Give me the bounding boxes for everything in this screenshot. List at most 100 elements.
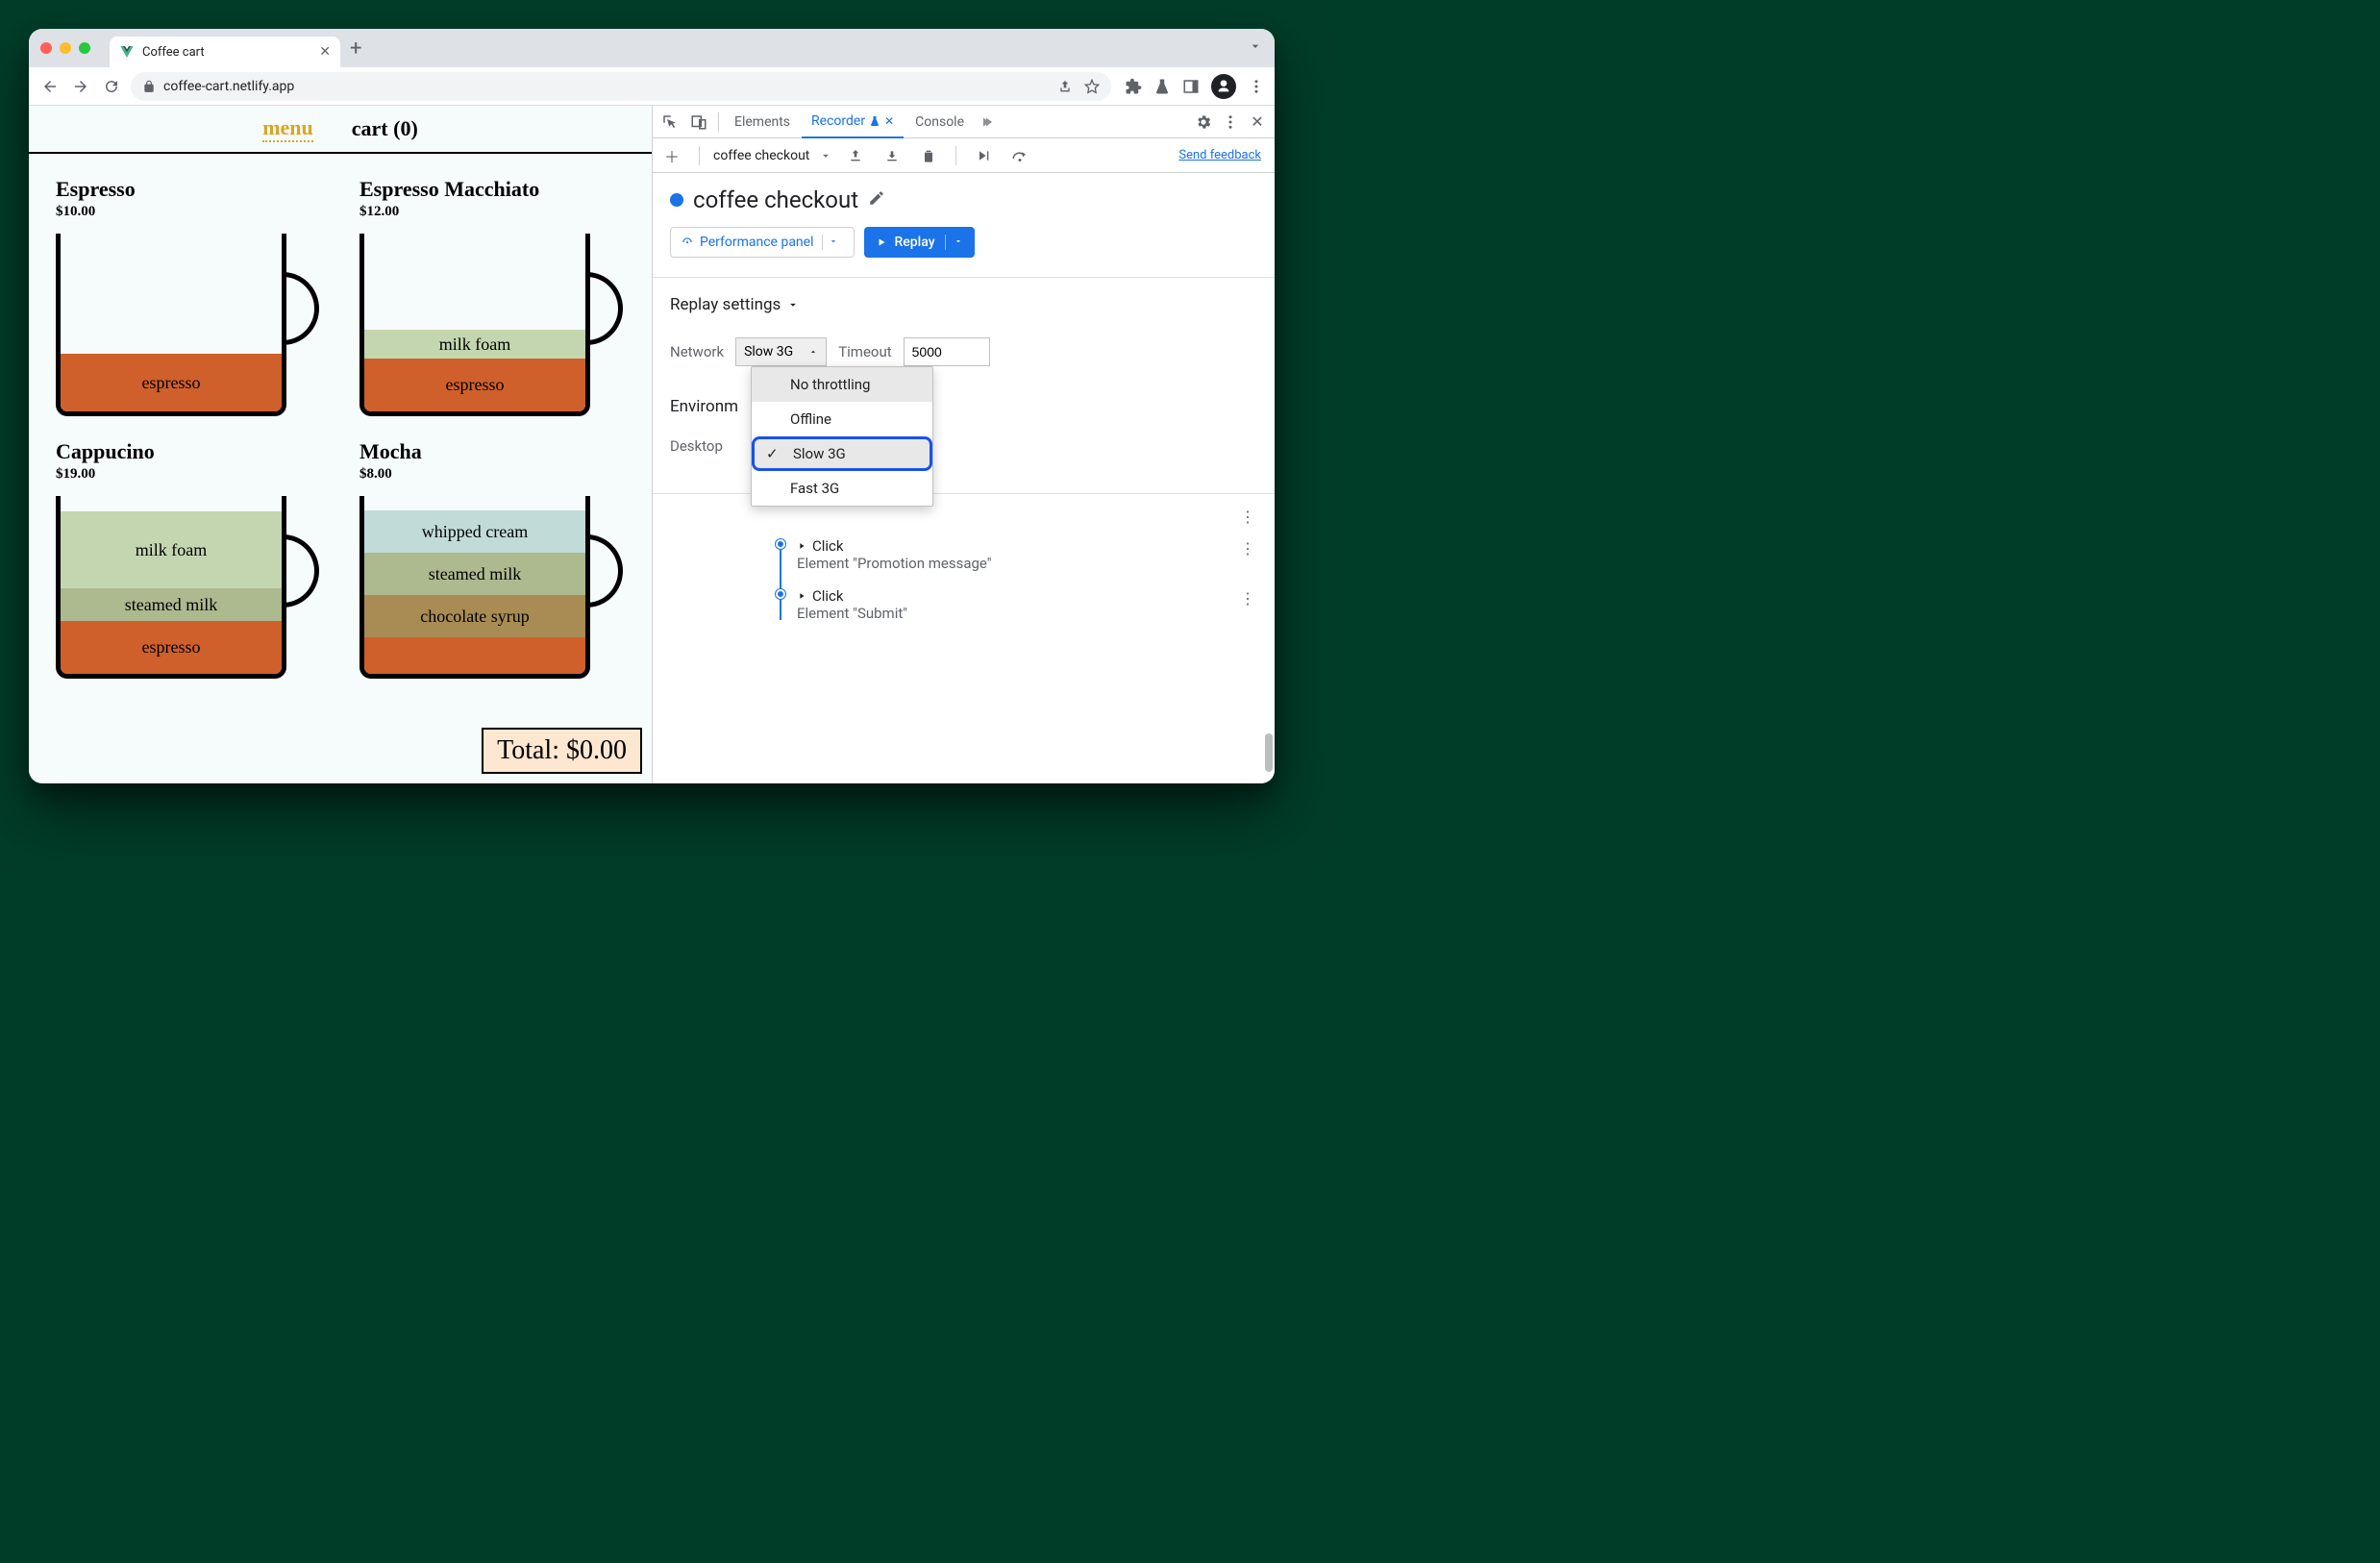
- close-icon[interactable]: ✕: [884, 114, 894, 128]
- import-icon[interactable]: [879, 142, 905, 169]
- product-price: $8.00: [359, 466, 625, 483]
- perf-panel-dropdown[interactable]: [822, 235, 844, 250]
- devtools-tab-bar: Elements Recorder ✕ Console ✕: [653, 106, 1275, 138]
- tab-console[interactable]: Console: [905, 106, 974, 138]
- tab-strip: Coffee cart ✕ +: [29, 29, 1275, 67]
- product-card[interactable]: Espresso Macchiato$12.00milk foamespress…: [359, 177, 625, 416]
- close-window-button[interactable]: [40, 42, 52, 54]
- network-dropdown-menu: No throttlingOffline✓Slow 3GFast 3G: [751, 366, 933, 507]
- delete-icon[interactable]: [915, 142, 942, 169]
- vue-favicon-icon: [119, 44, 135, 60]
- network-select[interactable]: Slow 3G: [735, 337, 827, 366]
- network-option[interactable]: Offline: [752, 402, 932, 436]
- product-card[interactable]: Cappucino$19.00milk foamsteamed milkespr…: [56, 439, 321, 679]
- reload-button[interactable]: [100, 75, 123, 98]
- send-feedback-link[interactable]: Send feedback: [1178, 148, 1269, 162]
- edit-title-icon[interactable]: [868, 189, 885, 211]
- timeout-input[interactable]: [904, 337, 990, 366]
- traffic-lights: [40, 42, 90, 54]
- step-menu-icon[interactable]: ⋮: [1240, 539, 1255, 558]
- close-tab-icon[interactable]: ✕: [319, 44, 331, 60]
- page-nav: menu cart (0): [29, 106, 652, 154]
- chevron-down-icon[interactable]: [819, 149, 832, 162]
- nav-menu-link[interactable]: menu: [262, 115, 313, 142]
- cup-handle: [283, 272, 319, 345]
- product-grid: Espresso$10.00espressoEspresso Macchiato…: [29, 154, 652, 702]
- replay-dropdown[interactable]: [945, 235, 963, 250]
- ingredient-layer: milk foam: [61, 511, 282, 588]
- cup-graphic: espresso: [56, 234, 286, 416]
- browser-tab[interactable]: Coffee cart ✕: [110, 37, 340, 67]
- continue-icon[interactable]: [970, 142, 997, 169]
- tab-title: Coffee cart: [142, 45, 205, 60]
- play-icon: [876, 236, 887, 248]
- ingredient-layer: steamed milk: [61, 588, 282, 621]
- performance-panel-button[interactable]: Performance panel: [670, 227, 855, 258]
- back-button[interactable]: [38, 75, 62, 98]
- tab-list-dropdown-icon[interactable]: [1248, 38, 1263, 58]
- tab-elements[interactable]: Elements: [725, 106, 800, 138]
- steps-area: ⋮ Click Element "Promotion message" ⋮ Cl…: [653, 493, 1275, 630]
- recording-status-dot: [670, 193, 683, 207]
- browser-window: Coffee cart ✕ + coffee-cart.netlify.app: [29, 29, 1275, 783]
- step-menu-icon[interactable]: ⋮: [1240, 589, 1255, 608]
- new-tab-button[interactable]: +: [350, 37, 361, 61]
- step-row[interactable]: Click Element "Promotion message" ⋮: [653, 530, 1275, 580]
- timeout-label: Timeout: [838, 343, 891, 360]
- close-devtools-icon[interactable]: ✕: [1244, 109, 1271, 136]
- step-menu-icon[interactable]: ⋮: [1240, 508, 1255, 526]
- gauge-icon: [681, 236, 694, 249]
- scrollbar-thumb[interactable]: [1265, 733, 1273, 772]
- export-icon[interactable]: [842, 142, 869, 169]
- replay-button[interactable]: Replay: [864, 227, 975, 258]
- recording-selector[interactable]: coffee checkout: [713, 148, 809, 163]
- network-option[interactable]: ✓Slow 3G: [752, 436, 932, 471]
- cup-graphic: milk foamespresso: [359, 234, 590, 416]
- settings-gear-icon[interactable]: [1190, 109, 1217, 136]
- total-box[interactable]: Total: $0.00: [482, 728, 642, 774]
- check-icon: ✓: [766, 445, 779, 462]
- step-row[interactable]: Click Element "Submit" ⋮: [653, 580, 1275, 630]
- browser-menu-icon[interactable]: [1248, 78, 1265, 95]
- product-card[interactable]: Mocha $8.00 whipped creamsteamed milkchoco…: [359, 439, 625, 679]
- product-name: Mocha: [359, 439, 625, 464]
- address-bar[interactable]: coffee-cart.netlify.app: [131, 72, 1111, 101]
- toolbar-actions: [1125, 74, 1265, 99]
- caret-right-icon: [797, 541, 806, 551]
- ingredient-layer: espresso: [61, 354, 282, 411]
- cup-graphic: milk foamsteamed milkespresso: [56, 496, 286, 679]
- network-option[interactable]: No throttling: [752, 367, 932, 402]
- new-recording-button[interactable]: ＋: [658, 142, 685, 169]
- step-icon[interactable]: [1006, 142, 1033, 169]
- share-icon[interactable]: [1057, 79, 1073, 94]
- inspect-element-icon[interactable]: [657, 109, 683, 136]
- bookmark-star-icon[interactable]: [1084, 79, 1100, 94]
- cup-graphic: whipped creamsteamed milkchocolate syrup: [359, 496, 590, 679]
- cup-handle: [283, 534, 319, 608]
- chevron-down-icon: [786, 298, 800, 311]
- ingredient-layer: espresso: [364, 359, 585, 411]
- flask-icon: [869, 115, 880, 127]
- profile-avatar[interactable]: [1211, 74, 1236, 99]
- network-setting-row: Network Slow 3G Timeout No throttlingOff…: [670, 337, 1257, 366]
- ingredient-layer: espresso: [61, 621, 282, 674]
- browser-toolbar: coffee-cart.netlify.app: [29, 67, 1275, 106]
- devtools-menu-icon[interactable]: [1217, 109, 1244, 136]
- network-option[interactable]: Fast 3G: [752, 471, 932, 506]
- forward-button[interactable]: [69, 75, 92, 98]
- extensions-icon[interactable]: [1125, 78, 1142, 95]
- tab-recorder[interactable]: Recorder ✕: [802, 106, 904, 138]
- device-mode-icon[interactable]: [685, 109, 712, 136]
- ingredient-layer: whipped cream: [364, 510, 585, 553]
- ingredient-layer: [364, 637, 585, 674]
- product-card[interactable]: Espresso$10.00espresso: [56, 177, 321, 416]
- side-panel-icon[interactable]: [1182, 78, 1200, 95]
- maximize-window-button[interactable]: [79, 42, 90, 54]
- minimize-window-button[interactable]: [60, 42, 71, 54]
- more-tabs-icon[interactable]: [976, 109, 1003, 136]
- lock-icon: [142, 80, 156, 93]
- labs-flask-icon[interactable]: [1153, 78, 1171, 95]
- product-name: Espresso: [56, 177, 321, 202]
- nav-cart-link[interactable]: cart (0): [352, 116, 418, 141]
- replay-settings-title[interactable]: Replay settings: [670, 295, 1257, 314]
